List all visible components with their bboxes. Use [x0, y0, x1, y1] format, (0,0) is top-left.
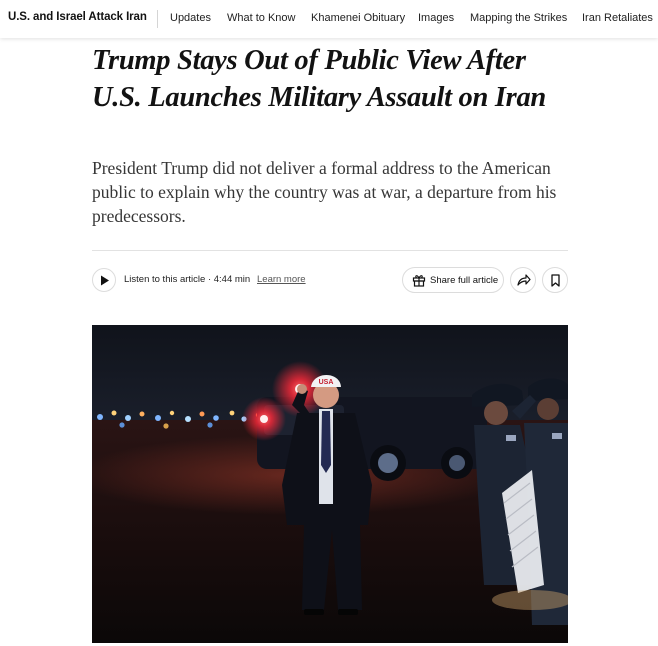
share-button[interactable] [510, 267, 536, 293]
nav-link-what-to-know[interactable]: What to Know [227, 12, 295, 24]
share-full-article-button[interactable]: Share full article [402, 267, 504, 293]
nav-link-iran-retaliates[interactable]: Iran Retaliates [582, 12, 653, 24]
article-headline: Trump Stays Out of Public View After U.S… [92, 45, 546, 113]
nav-link-images[interactable]: Images [418, 12, 454, 24]
bookmark-icon [551, 274, 560, 287]
gift-icon [412, 275, 426, 287]
nav-link-mapping-the-strikes[interactable]: Mapping the Strikes [470, 12, 567, 24]
section-title[interactable]: U.S. and Israel Attack Iran [8, 11, 147, 23]
play-icon [101, 275, 109, 286]
night-tarmac-image: USA [92, 325, 568, 643]
save-button[interactable] [542, 267, 568, 293]
top-nav: U.S. and Israel Attack Iran Updates What… [0, 0, 658, 38]
nav-link-updates[interactable]: Updates [170, 12, 211, 24]
share-full-article-label: Share full article [430, 275, 499, 286]
share-arrow-icon [517, 274, 531, 286]
listen-label: Listen to this article · 4:44 min [124, 274, 251, 285]
nav-link-khamenei-obituary[interactable]: Khamenei Obituary [311, 12, 405, 24]
play-audio-button[interactable] [92, 268, 116, 292]
nav-divider [157, 10, 158, 28]
article-summary: President Trump did not deliver a formal… [92, 158, 557, 226]
lead-photo: USA [92, 325, 568, 643]
cap-text: USA [319, 379, 334, 386]
divider [92, 250, 568, 251]
learn-more-link[interactable]: Learn more [257, 274, 306, 285]
